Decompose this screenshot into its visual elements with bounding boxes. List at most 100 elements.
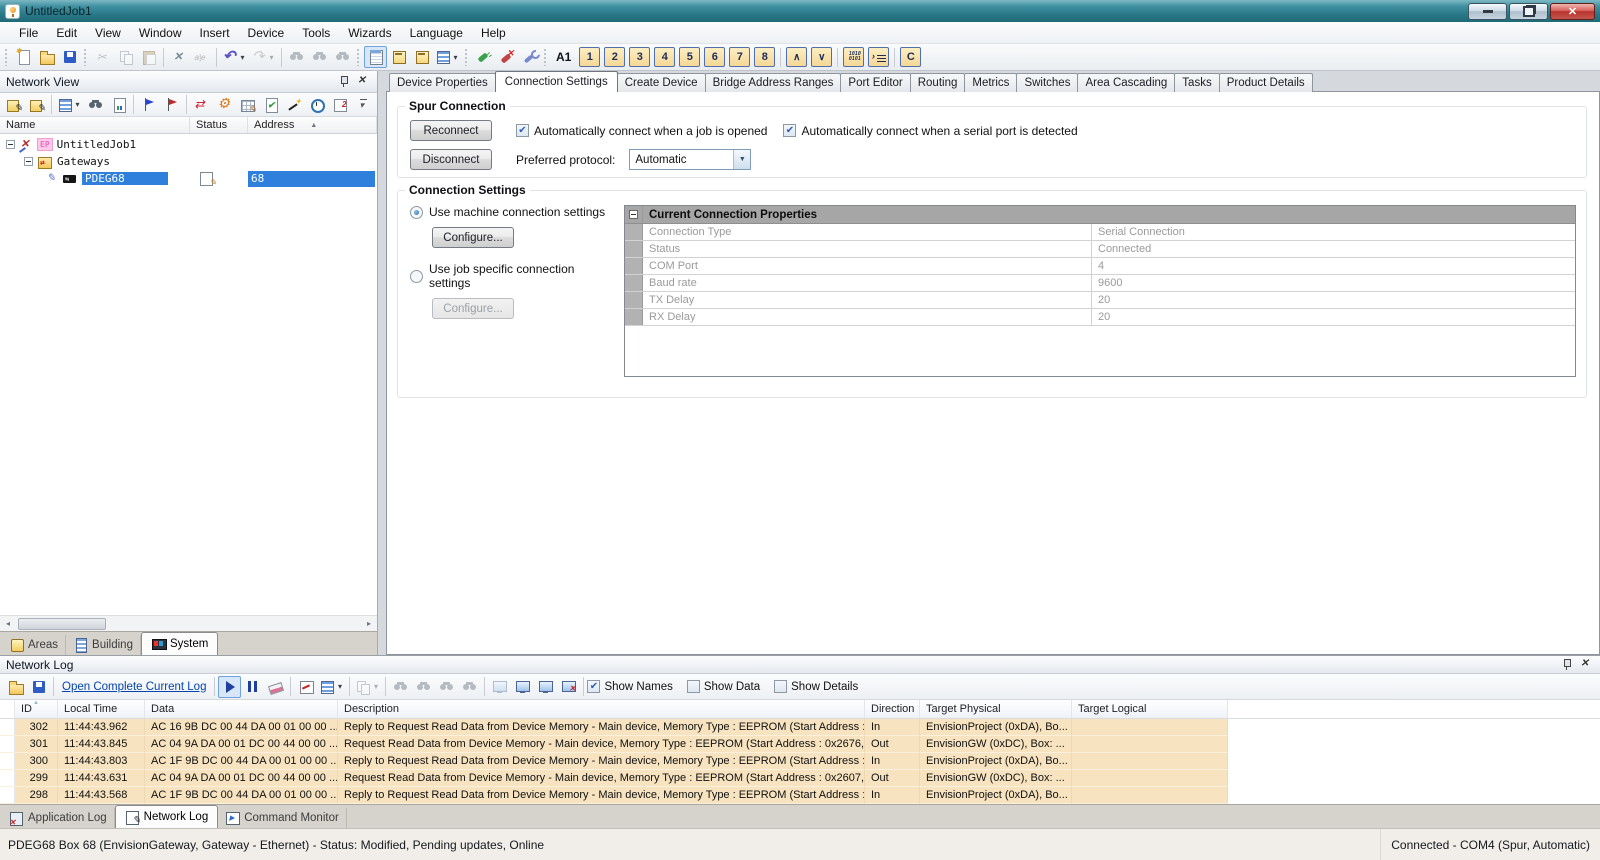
device-address-cell[interactable]: 68 — [248, 171, 375, 187]
disconnect-button[interactable] — [495, 46, 518, 68]
log-column-data[interactable]: Data — [145, 700, 338, 718]
tab-switches[interactable]: Switches — [1016, 73, 1078, 92]
find-previous-button[interactable] — [331, 46, 354, 68]
tab-metrics[interactable]: Metrics — [964, 73, 1017, 92]
columns-dropdown[interactable] — [73, 100, 82, 109]
log-row[interactable]: 298 11:44:43.568 AC 1F 9B DC 00 44 DA 00… — [0, 787, 1600, 804]
copy-button[interactable] — [114, 46, 137, 68]
active-window-button[interactable] — [410, 46, 433, 68]
c-button[interactable]: C — [900, 47, 921, 67]
tab-connection-settings[interactable]: Connection Settings — [495, 71, 618, 92]
quick-address-button-5[interactable]: 5 — [679, 47, 700, 67]
raw-data-button[interactable] — [843, 47, 864, 67]
log-column-description[interactable]: Description — [338, 700, 865, 718]
scroll-right-button[interactable]: ▸ — [361, 616, 377, 631]
tab-product-details[interactable]: Product Details — [1219, 73, 1313, 92]
log-columns-button[interactable] — [317, 676, 346, 698]
log-chart-button[interactable] — [294, 676, 317, 698]
report-button[interactable] — [107, 94, 130, 116]
tree-horizontal-scrollbar[interactable]: ◂ ▸ — [0, 615, 377, 631]
job-window-button[interactable] — [387, 46, 410, 68]
add-multiple-devices-button[interactable] — [25, 94, 48, 116]
clear-log-button[interactable] — [264, 676, 287, 698]
collapse-minus-icon[interactable] — [629, 210, 638, 219]
tree-label-job[interactable]: UntitledJob1 — [57, 138, 136, 151]
schedule-button[interactable] — [305, 94, 328, 116]
device-status-cell[interactable] — [198, 170, 214, 189]
tab-network-log[interactable]: Network Log — [115, 805, 219, 828]
quick-address-button-4[interactable]: 4 — [654, 47, 675, 67]
view-list-dropdown[interactable] — [451, 53, 460, 62]
tab-areas[interactable]: Areas — [2, 635, 66, 655]
close-panel-button[interactable] — [354, 74, 371, 90]
menu-wizards[interactable]: Wizards — [339, 23, 400, 43]
find-button[interactable] — [285, 46, 308, 68]
quick-address-button-1[interactable]: 1 — [579, 47, 600, 67]
quick-address-button-2[interactable]: 2 — [604, 47, 625, 67]
menu-file[interactable]: File — [10, 23, 47, 43]
tab-system[interactable]: System — [141, 632, 218, 655]
column-header-name[interactable]: Name — [0, 117, 190, 133]
find-next-button[interactable] — [308, 46, 331, 68]
toolbar-overflow-button[interactable] — [352, 94, 375, 116]
find-device-button[interactable] — [84, 94, 107, 116]
verify-devices-button[interactable] — [259, 94, 282, 116]
disconnect-button[interactable]: Disconnect — [410, 149, 492, 170]
log-find-next-button[interactable] — [412, 676, 435, 698]
log-column-direction[interactable]: Direction — [865, 700, 920, 718]
menu-language[interactable]: Language — [401, 23, 472, 43]
collapse-toggle[interactable] — [24, 157, 33, 166]
log-find-button[interactable] — [389, 676, 412, 698]
preferred-protocol-dropdown[interactable]: Automatic — [629, 149, 751, 170]
auto-connect-job-checkbox[interactable] — [516, 124, 529, 137]
open-log-button[interactable] — [4, 676, 27, 698]
monitor-view-button[interactable] — [488, 676, 511, 698]
tab-application-log[interactable]: Application Log — [2, 808, 115, 828]
undo-dropdown[interactable] — [238, 53, 247, 62]
quick-address-button-3[interactable]: 3 — [629, 47, 650, 67]
log-find-all-button[interactable] — [458, 676, 481, 698]
cut-button[interactable] — [91, 46, 114, 68]
quick-address-button-7[interactable]: 7 — [729, 47, 750, 67]
network-view-toggle-button[interactable] — [364, 46, 387, 68]
column-header-status[interactable]: Status — [190, 117, 248, 133]
tab-routing[interactable]: Routing — [910, 73, 966, 92]
next-address-button[interactable] — [811, 47, 832, 67]
log-column-id[interactable]: ID — [15, 700, 58, 718]
previous-address-button[interactable] — [786, 47, 807, 67]
redo-button[interactable] — [249, 46, 278, 68]
open-complete-log-link[interactable]: Open Complete Current Log — [62, 681, 206, 693]
tree-row-gateways[interactable]: Gateways — [0, 153, 377, 170]
log-row[interactable]: 302 11:44:43.962 AC 16 9B DC 00 44 DA 00… — [0, 719, 1600, 736]
renumber-button[interactable] — [328, 94, 351, 116]
job-settings-radio[interactable] — [410, 270, 423, 283]
add-device-button[interactable] — [2, 94, 25, 116]
tab-area-cascading[interactable]: Area Cascading — [1077, 73, 1175, 92]
import-button[interactable] — [160, 94, 183, 116]
copy-log-button[interactable] — [353, 676, 382, 698]
open-job-button[interactable] — [35, 46, 58, 68]
restore-button[interactable] — [1509, 3, 1548, 20]
redo-dropdown[interactable] — [267, 53, 276, 62]
auto-connect-serial-checkbox[interactable] — [783, 124, 796, 137]
device-settings-button[interactable] — [213, 94, 236, 116]
menu-help[interactable]: Help — [472, 23, 515, 43]
log-column-target-logical[interactable]: Target Logical — [1072, 700, 1228, 718]
close-log-button[interactable] — [1577, 657, 1594, 673]
paste-button[interactable] — [137, 46, 160, 68]
scroll-left-button[interactable]: ◂ — [0, 616, 16, 631]
dropdown-arrow-icon[interactable] — [733, 150, 750, 169]
columns-button[interactable] — [55, 94, 84, 116]
tree-label-gateways[interactable]: Gateways — [57, 155, 110, 168]
monitor-in-button[interactable] — [511, 676, 534, 698]
log-row[interactable]: 300 11:44:43.803 AC 1F 9B DC 00 44 DA 00… — [0, 753, 1600, 770]
configure-machine-button[interactable]: Configure... — [432, 227, 514, 248]
quick-address-button-8[interactable]: 8 — [754, 47, 775, 67]
menu-window[interactable]: Window — [130, 23, 191, 43]
log-row[interactable]: 301 11:44:43.845 AC 04 9A DA 00 01 DC 00… — [0, 736, 1600, 753]
pin-log-button[interactable] — [1558, 657, 1575, 673]
tree-row-job[interactable]: EP UntitledJob1 — [0, 136, 377, 153]
show-data-checkbox[interactable] — [687, 680, 700, 693]
minimize-button[interactable] — [1468, 3, 1507, 20]
log-row[interactable]: 299 11:44:43.631 AC 04 9A DA 00 01 DC 00… — [0, 770, 1600, 787]
